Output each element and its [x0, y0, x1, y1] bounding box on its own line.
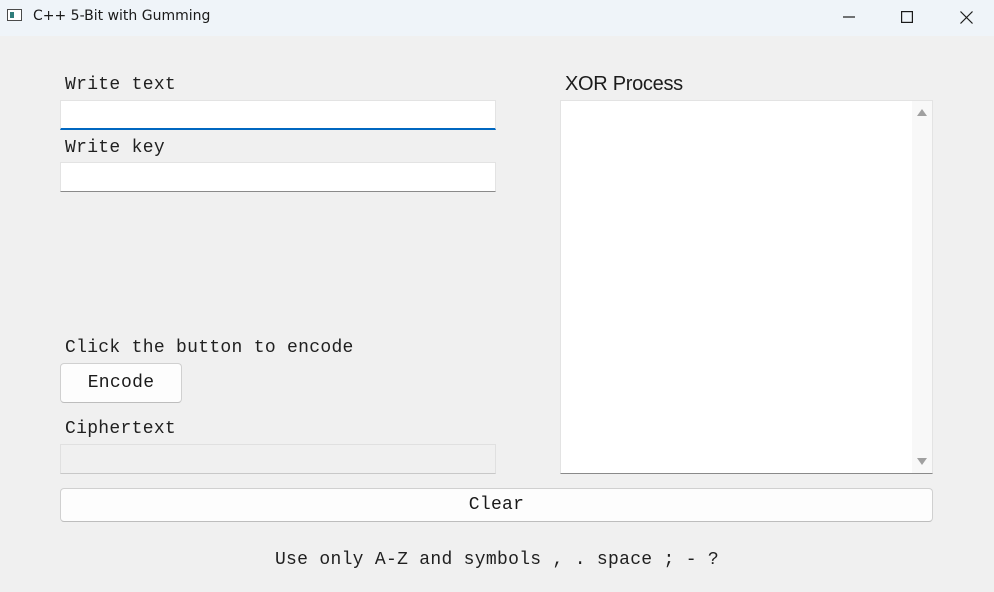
key-input[interactable] — [60, 162, 496, 192]
scroll-up-arrow-icon[interactable] — [917, 109, 927, 116]
xor-scrollbar[interactable] — [912, 101, 932, 473]
xor-process-textarea[interactable] — [560, 100, 933, 474]
ciphertext-label: Ciphertext — [65, 419, 177, 439]
app-window-icon — [7, 9, 22, 21]
maximize-button[interactable] — [884, 0, 930, 34]
ciphertext-output[interactable] — [60, 444, 496, 474]
minimize-button[interactable] — [826, 0, 872, 34]
close-button[interactable] — [943, 0, 989, 34]
xor-process-label: XOR Process — [565, 73, 683, 95]
clear-button[interactable]: Clear — [60, 488, 933, 522]
minimize-icon — [843, 16, 855, 18]
text-input[interactable] — [60, 100, 496, 130]
input-hint: Use only A-Z and symbols , . space ; - ? — [274, 550, 720, 570]
write-text-label: Write text — [65, 75, 177, 95]
app-window: C++ 5-Bit with Gumming Write text Write … — [0, 0, 994, 592]
close-icon — [959, 10, 973, 24]
encode-prompt-label: Click the button to encode — [65, 338, 354, 358]
scroll-down-arrow-icon[interactable] — [917, 458, 927, 465]
encode-button[interactable]: Encode — [60, 363, 182, 403]
maximize-icon — [901, 11, 913, 23]
window-title: C++ 5-Bit with Gumming — [33, 8, 211, 24]
write-key-label: Write key — [65, 138, 165, 158]
title-bar[interactable]: C++ 5-Bit with Gumming — [0, 0, 994, 36]
